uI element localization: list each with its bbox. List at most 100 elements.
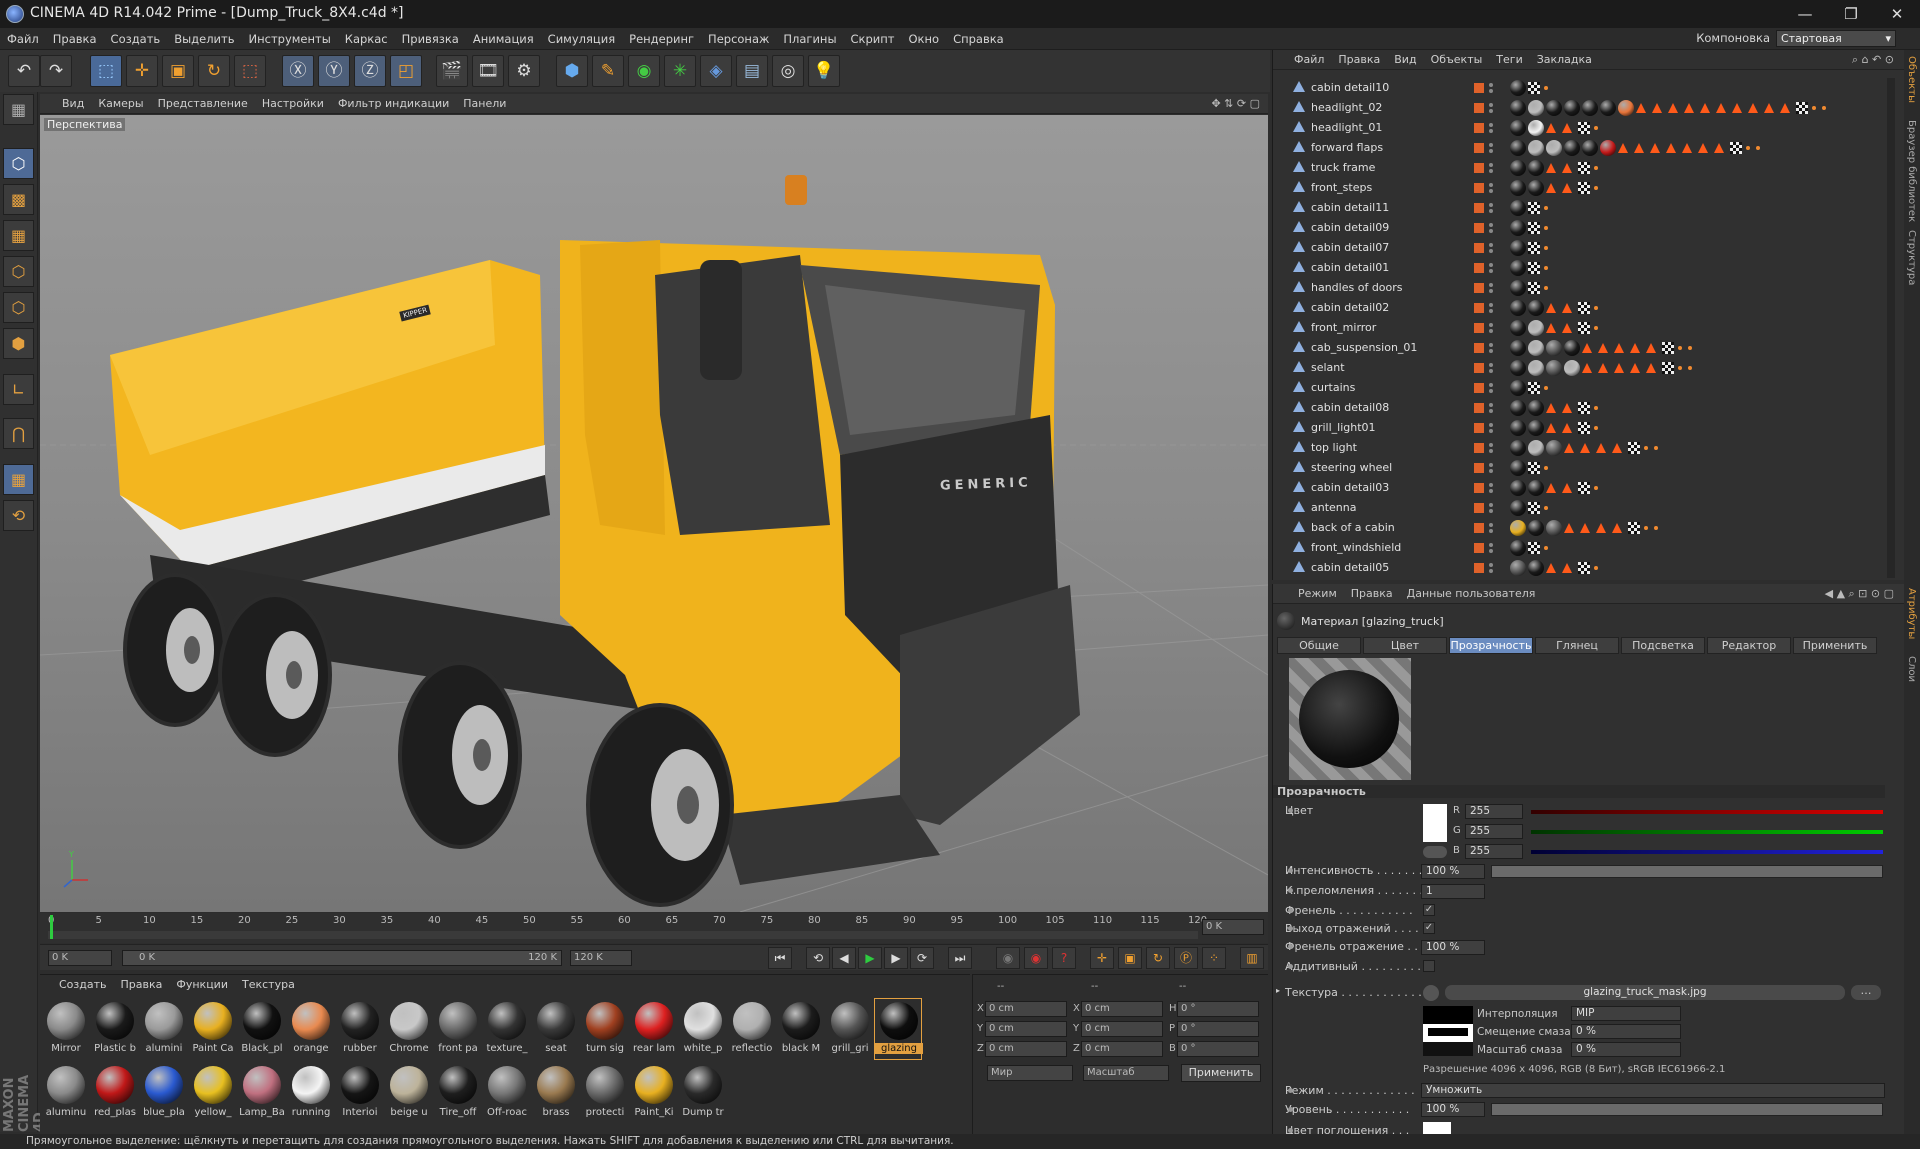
- z-axis-lock-icon[interactable]: Ⓩ: [354, 55, 386, 87]
- visibility-dots-icon[interactable]: [1489, 183, 1493, 187]
- material-tag-icon[interactable]: [1618, 100, 1634, 116]
- phong-tag-icon[interactable]: [1544, 546, 1548, 550]
- uvw-tag-icon[interactable]: [1578, 322, 1590, 334]
- material-tag-icon[interactable]: [1582, 100, 1598, 116]
- material-tag-icon[interactable]: [1510, 340, 1526, 356]
- selection-tag-icon[interactable]: [1636, 103, 1646, 113]
- layer-color-swatch[interactable]: [1474, 243, 1484, 253]
- material-tag-icon[interactable]: [1546, 100, 1562, 116]
- material-tag-icon[interactable]: [1546, 140, 1562, 156]
- object-row[interactable]: cabin detail08: [1277, 398, 1893, 418]
- key-param-icon[interactable]: Ⓟ: [1174, 947, 1198, 969]
- menu-tools[interactable]: Инструменты: [242, 28, 338, 50]
- layer-color-swatch[interactable]: [1474, 323, 1484, 333]
- material-tag-icon[interactable]: [1528, 320, 1544, 336]
- layer-color-swatch[interactable]: [1474, 383, 1484, 393]
- selection-tag-icon[interactable]: [1546, 323, 1556, 333]
- material-tag-icon[interactable]: [1528, 560, 1544, 576]
- object-row[interactable]: curtains: [1277, 378, 1893, 398]
- selection-tag-icon[interactable]: [1562, 183, 1572, 193]
- material-tag-icon[interactable]: [1528, 520, 1544, 536]
- material-tag-icon[interactable]: [1546, 440, 1562, 456]
- material-swatch[interactable]: Paint_Ki: [630, 1063, 676, 1123]
- material-swatch[interactable]: texture_: [483, 999, 529, 1059]
- key-scale-icon[interactable]: ▣: [1118, 947, 1142, 969]
- material-tag-icon[interactable]: [1510, 440, 1526, 456]
- material-tag-icon[interactable]: [1510, 140, 1526, 156]
- object-row[interactable]: back of a cabin: [1277, 518, 1893, 538]
- interpolation-select[interactable]: MIP: [1571, 1006, 1681, 1021]
- menu-edit[interactable]: Правка: [46, 28, 104, 50]
- color-swatch[interactable]: [1423, 804, 1447, 842]
- om-search-icon[interactable]: ⌕ ⌂ ↶ ⊙: [1852, 53, 1894, 67]
- phong-tag-icon[interactable]: [1822, 106, 1826, 110]
- material-swatch[interactable]: yellow_: [189, 1063, 235, 1123]
- material-swatch[interactable]: Mirror: [42, 999, 88, 1059]
- selection-tag-icon[interactable]: [1562, 403, 1572, 413]
- viewport-nav-icon[interactable]: ✥ ⇅ ⟳ ▢: [1211, 97, 1260, 110]
- minimize-button[interactable]: —: [1782, 0, 1828, 28]
- viewport-menu-cameras[interactable]: Камеры: [91, 94, 150, 114]
- object-row[interactable]: cabin detail02: [1277, 298, 1893, 318]
- phong-tag-icon[interactable]: [1644, 526, 1648, 530]
- object-row[interactable]: handles of doors: [1277, 278, 1893, 298]
- close-button[interactable]: ✕: [1874, 0, 1920, 28]
- material-swatch[interactable]: turn sig: [581, 999, 627, 1059]
- am-tab[interactable]: Общие: [1277, 637, 1361, 654]
- x-axis-lock-icon[interactable]: Ⓧ: [282, 55, 314, 87]
- layout-select[interactable]: Стартовая ▾: [1776, 30, 1896, 47]
- menu-simulate[interactable]: Симуляция: [541, 28, 622, 50]
- object-row[interactable]: cabin detail09: [1277, 218, 1893, 238]
- menu-animate[interactable]: Анимация: [466, 28, 541, 50]
- visibility-dots-icon[interactable]: [1489, 203, 1493, 207]
- visibility-dots-icon[interactable]: [1489, 83, 1493, 87]
- cube-primitive-icon[interactable]: ⬢: [556, 55, 588, 87]
- material-tag-icon[interactable]: [1528, 480, 1544, 496]
- blue-field[interactable]: 255: [1465, 844, 1523, 859]
- layer-color-swatch[interactable]: [1474, 423, 1484, 433]
- selection-tag-icon[interactable]: [1562, 123, 1572, 133]
- ior-field[interactable]: 1: [1421, 884, 1485, 899]
- layer-color-swatch[interactable]: [1474, 143, 1484, 153]
- deformer-icon[interactable]: ◈: [700, 55, 732, 87]
- phong-tag-icon[interactable]: [1654, 526, 1658, 530]
- edges-mode-icon[interactable]: ⬡: [3, 292, 34, 323]
- visibility-dots-icon[interactable]: [1489, 143, 1493, 147]
- uvw-tag-icon[interactable]: [1528, 282, 1540, 294]
- layer-color-swatch[interactable]: [1474, 543, 1484, 553]
- material-tag-icon[interactable]: [1510, 260, 1526, 276]
- material-swatch[interactable]: grill_gri: [826, 999, 872, 1059]
- selection-tag-icon[interactable]: [1546, 303, 1556, 313]
- render-view-icon[interactable]: 🎬: [436, 55, 468, 87]
- tab-objects[interactable]: Объекты: [1906, 56, 1917, 103]
- selection-tag-icon[interactable]: [1716, 103, 1726, 113]
- spline-pen-icon[interactable]: ✎: [592, 55, 624, 87]
- workplane-lock-icon[interactable]: ▦: [3, 464, 34, 495]
- uvw-tag-icon[interactable]: [1528, 502, 1540, 514]
- next-frame-icon[interactable]: ▶: [884, 947, 908, 969]
- visibility-dots-icon[interactable]: [1489, 103, 1493, 107]
- om-menu-file[interactable]: Файл: [1287, 50, 1331, 70]
- make-editable-icon[interactable]: ▦: [3, 94, 34, 125]
- record-keys-icon[interactable]: ◉: [996, 947, 1020, 969]
- selection-tag-icon[interactable]: [1634, 143, 1644, 153]
- intensity-field[interactable]: 100 %: [1421, 864, 1485, 879]
- blur-scale-field[interactable]: 0 %: [1571, 1042, 1681, 1057]
- coord-value-field[interactable]: 0 °: [1177, 1021, 1259, 1037]
- material-swatch[interactable]: running: [287, 1063, 333, 1123]
- uvw-tag-icon[interactable]: [1528, 462, 1540, 474]
- material-tag-icon[interactable]: [1564, 140, 1580, 156]
- material-tag-icon[interactable]: [1528, 180, 1544, 196]
- autokey-icon[interactable]: ◉: [1024, 947, 1048, 969]
- maximize-button[interactable]: ❐: [1828, 0, 1874, 28]
- material-tag-icon[interactable]: [1510, 280, 1526, 296]
- uvw-tag-icon[interactable]: [1796, 102, 1808, 114]
- uvw-tag-icon[interactable]: [1528, 262, 1540, 274]
- selection-tag-icon[interactable]: [1546, 483, 1556, 493]
- material-tag-icon[interactable]: [1510, 80, 1526, 96]
- selection-tag-icon[interactable]: [1684, 103, 1694, 113]
- previous-frame-icon[interactable]: ◀: [832, 947, 856, 969]
- uvw-tag-icon[interactable]: [1628, 522, 1640, 534]
- color-picker-toggle[interactable]: [1423, 846, 1447, 858]
- material-swatch[interactable]: reflectio: [728, 999, 774, 1059]
